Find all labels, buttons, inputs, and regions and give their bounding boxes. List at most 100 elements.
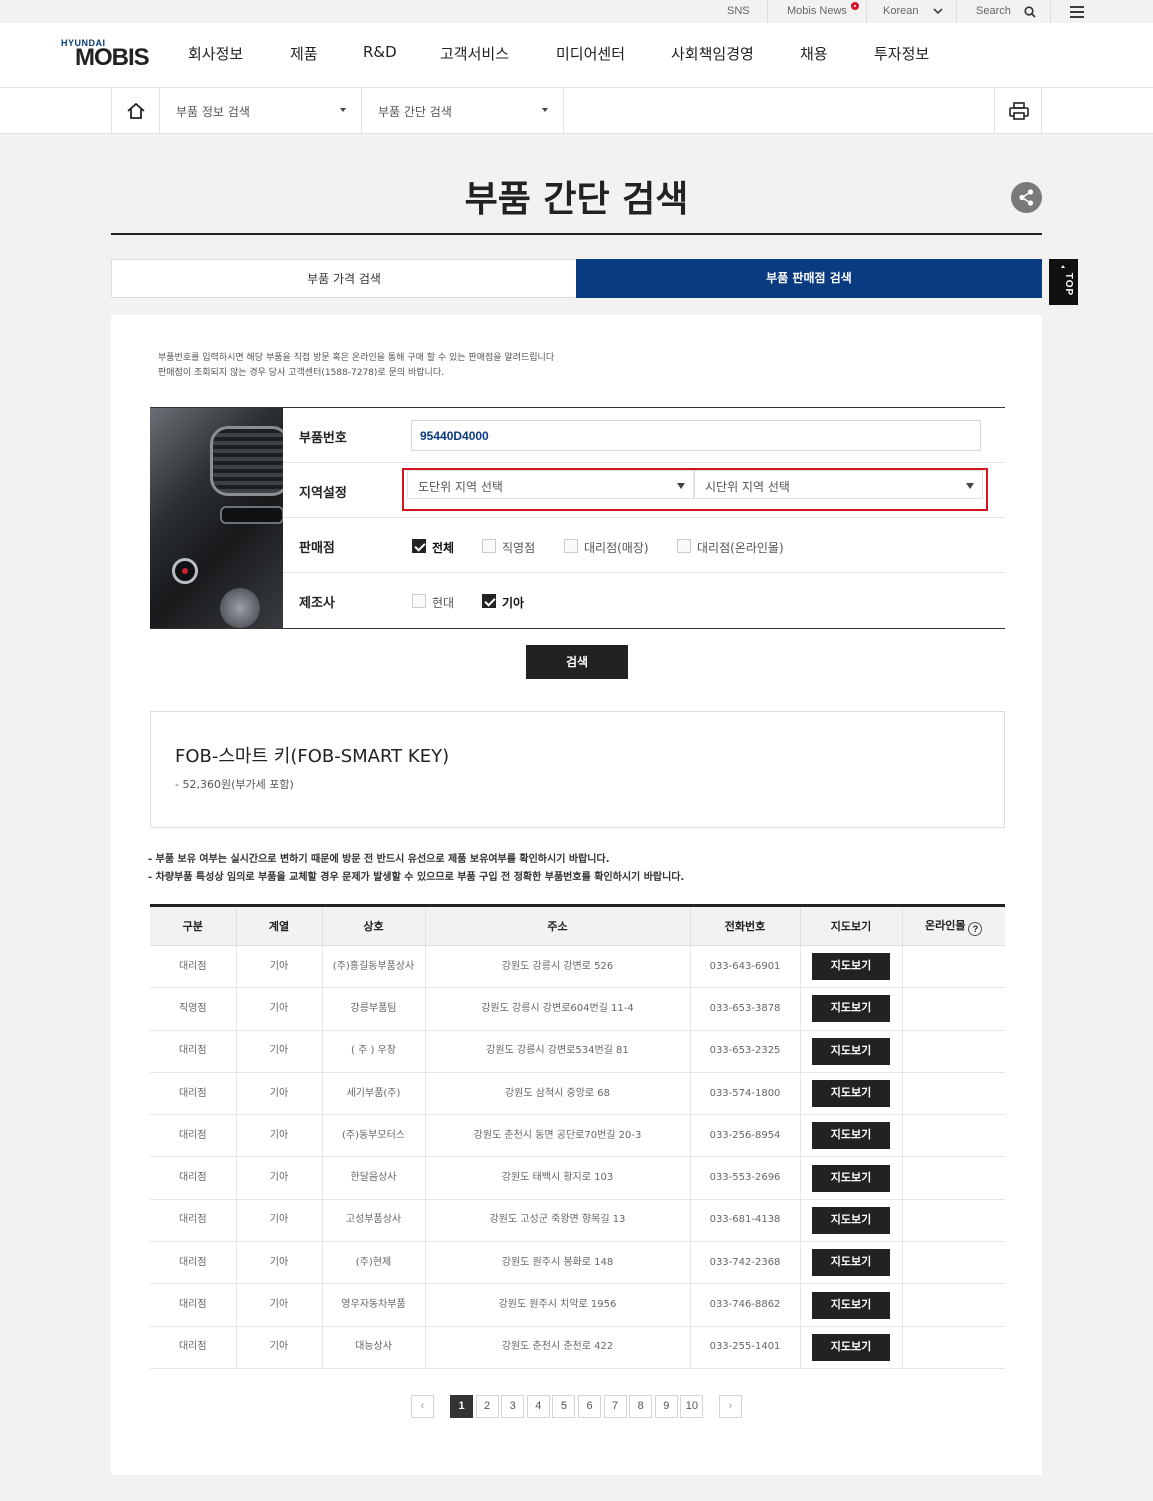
cell-type: 대리점: [150, 1199, 237, 1243]
table-row: 대리점 기아 (주)현제 강원도 원주시 봉화로 148 033-742-2368 지도보…: [150, 1241, 1005, 1285]
nav-rnd[interactable]: R&D: [363, 43, 397, 61]
nav-investors[interactable]: 투자정보: [874, 43, 929, 64]
caret-down-icon: [966, 483, 974, 489]
col-header-address: 주소: [425, 905, 691, 946]
language-label: Korean: [883, 5, 919, 17]
part-price: - 52,360원(부가세 포함): [175, 778, 294, 791]
map-view-button[interactable]: 지도보기: [812, 1080, 890, 1108]
table-row: 대리점 기아 한달음상사 강원도 태백시 황지로 103 033-553-2696 지도보…: [150, 1156, 1005, 1200]
nav-careers[interactable]: 채용: [800, 43, 828, 64]
cell-phone: 033-653-2325: [690, 1030, 801, 1073]
nav-csr[interactable]: 사회책임경영: [671, 43, 754, 64]
nav-customer-service[interactable]: 고객서비스: [440, 43, 509, 64]
search-button[interactable]: 검색: [526, 645, 628, 679]
map-view-button[interactable]: 지도보기: [812, 1037, 890, 1065]
cell-address: 강원도 춘천시 춘천로 422: [425, 1326, 691, 1369]
col-header-type: 구분: [150, 905, 237, 946]
cell-address: 강원도 춘천시 동면 공단로70번길 20-3: [425, 1114, 691, 1158]
print-button[interactable]: [994, 88, 1042, 133]
cell-phone: 033-742-2368: [690, 1241, 801, 1285]
cell-map: 지도보기: [800, 1072, 903, 1116]
online-mall-label: 온라인몰: [925, 918, 966, 932]
map-view-button[interactable]: 지도보기: [812, 1291, 890, 1319]
cell-name: 대능상사: [322, 1326, 426, 1369]
table-row: 대리점 기아 고성부품상사 강원도 고성군 죽왕면 향목길 13 033-681-413…: [150, 1199, 1005, 1243]
checkbox-icon: [482, 594, 496, 608]
help-icon[interactable]: ?: [968, 921, 983, 936]
province-select[interactable]: 도단위 지역 선택: [407, 470, 694, 499]
cell-address: 강원도 원주시 봉화로 148: [425, 1241, 691, 1285]
nav-company[interactable]: 회사정보: [188, 43, 243, 64]
location-level2-label: 부품 간단 검색: [378, 105, 452, 119]
part-number-input[interactable]: [411, 420, 981, 451]
page-number-button[interactable]: 1: [450, 1395, 473, 1418]
map-view-button[interactable]: 지도보기: [812, 953, 890, 981]
map-view-button[interactable]: 지도보기: [812, 1122, 890, 1150]
dealer-type-label: 판매점: [299, 541, 335, 556]
page-number-button[interactable]: 5: [552, 1395, 576, 1418]
map-view-button[interactable]: 지도보기: [812, 1164, 890, 1192]
search-link[interactable]: Search: [976, 0, 1036, 23]
cell-name: ( 주 ) 우창: [322, 1030, 426, 1073]
hyundai-mobis-logo[interactable]: HYUNDAI MOBIS: [61, 38, 151, 74]
page-number-button[interactable]: 4: [526, 1395, 550, 1418]
city-select[interactable]: 시단위 지역 선택: [694, 470, 983, 499]
description-line-1: 부품번호를 입력하시면 해당 부품을 직접 방문 혹은 온라인을 통해 구매 할…: [158, 353, 555, 363]
checkbox-icon: [412, 594, 426, 608]
cell-online-mall: [902, 1156, 1005, 1200]
cell-phone: 033-653-3878: [690, 987, 801, 1031]
page-number-button[interactable]: 6: [578, 1395, 601, 1418]
cell-map: 지도보기: [800, 1283, 903, 1327]
location-dropdown-2[interactable]: 부품 간단 검색: [361, 88, 564, 133]
cell-type: 대리점: [150, 1030, 237, 1073]
notice-item: - 차량부품 특성상 임의로 부품을 교체할 경우 문제가 발생할 수 있으므로…: [148, 872, 685, 883]
mobis-news-link[interactable]: Mobis News: [787, 0, 859, 23]
table-header-row: 구분 계열 상호 주소 전화번호 지도보기 온라인몰?: [150, 905, 1005, 946]
page-number-button[interactable]: 3: [501, 1395, 525, 1418]
part-info-box: FOB-스마트 키(FOB-SMART KEY) - 52,360원(부가세 포…: [150, 711, 1005, 828]
map-view-button[interactable]: 지도보기: [812, 995, 890, 1023]
nav-media-center[interactable]: 미디어센터: [556, 43, 625, 64]
mobis-news-label: Mobis News: [787, 5, 847, 17]
cell-phone: 033-255-1401: [690, 1326, 801, 1369]
cell-online-mall: [902, 1114, 1005, 1158]
maker-row: 제조사 현대 기아: [283, 573, 1005, 628]
next-page-button[interactable]: ›: [719, 1395, 742, 1418]
tab-price-search[interactable]: 부품 가격 검색: [111, 259, 576, 298]
language-select[interactable]: Korean: [883, 0, 943, 23]
dealer-online-label: 대리점(온라인몰): [697, 541, 784, 555]
page-number-button[interactable]: 7: [603, 1395, 627, 1418]
dealer-direct-label: 직영점: [502, 541, 536, 555]
divider: [956, 0, 957, 23]
sns-link[interactable]: SNS: [727, 0, 750, 23]
location-dropdown-1[interactable]: 부품 정보 검색: [159, 88, 361, 133]
cell-phone: 033-746-8862: [690, 1283, 801, 1327]
page-number-button[interactable]: 8: [629, 1395, 653, 1418]
scroll-top-button[interactable]: TOP: [1049, 259, 1078, 305]
part-name: FOB-스마트 키(FOB-SMART KEY): [175, 746, 450, 767]
cell-type: 대리점: [150, 1114, 237, 1158]
table-row: 대리점 기아 대능상사 강원도 춘천시 춘천로 422 033-255-1401 지도보기: [150, 1326, 1005, 1369]
tab-dealer-search[interactable]: 부품 판매점 검색: [576, 259, 1042, 298]
page-number-button[interactable]: 9: [654, 1395, 678, 1418]
page-number-button[interactable]: 10: [680, 1395, 704, 1418]
cell-type: 대리점: [150, 1326, 237, 1369]
map-view-button[interactable]: 지도보기: [812, 1206, 890, 1234]
search-description: 부품번호를 입력하시면 해당 부품을 직접 방문 혹은 온라인을 통해 구매 할…: [158, 351, 554, 381]
cell-phone: 033-681-4138: [690, 1199, 801, 1243]
dealer-table-body: 대리점 기아 (주)홍길동부품상사 강원도 강릉시 강변로 526 033-643-69…: [150, 945, 1005, 1369]
page-number-button[interactable]: 2: [475, 1395, 499, 1418]
province-select-label: 도단위 지역 선택: [418, 480, 503, 494]
cell-online-mall: [902, 1030, 1005, 1073]
cell-type: 대리점: [150, 1283, 237, 1327]
cell-brand: 기아: [236, 1114, 323, 1158]
prev-page-button[interactable]: ‹: [411, 1395, 434, 1418]
home-button[interactable]: [111, 88, 159, 133]
hamburger-menu-icon[interactable]: [1070, 6, 1084, 18]
share-button[interactable]: [1011, 182, 1042, 213]
map-view-button[interactable]: 지도보기: [812, 1249, 890, 1277]
nav-products[interactable]: 제품: [290, 43, 318, 64]
map-view-button[interactable]: 지도보기: [812, 1333, 890, 1361]
cd-slot-shape: [220, 506, 283, 524]
part-number-row: 부품번호: [283, 408, 1005, 463]
